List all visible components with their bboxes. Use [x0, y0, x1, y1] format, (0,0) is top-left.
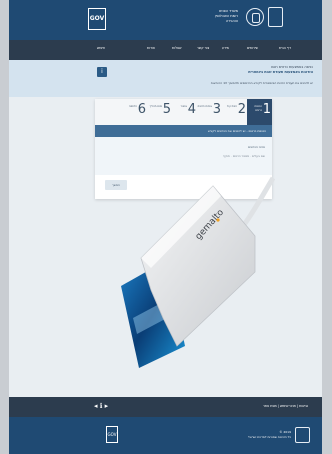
page-subtitle: הזדהות באמצעות תעודת זהות ביומטרית [248, 70, 313, 74]
led-icon [216, 218, 220, 222]
nav-item[interactable]: שאלות [172, 46, 181, 50]
nav-item[interactable]: צור קשר [197, 46, 209, 50]
gov-logo[interactable]: GOV [88, 8, 106, 30]
form-title: פרטי הכרטיס [248, 145, 265, 149]
wizard-step[interactable]: 4 אישור [172, 99, 197, 125]
state-emblem-icon [268, 7, 283, 27]
ministry-emblem-icon [246, 8, 264, 26]
wizard-step[interactable]: 2 הזנת קוד [222, 99, 247, 125]
main-nav: חיפוש אודות שאלות צור קשר מידע שירותים ד… [9, 40, 322, 60]
wizard-steps: 1 הכנסת כרטיס 2 הזנת קוד 3 אימות פרטים 4… [95, 99, 272, 125]
footer-text: © 2019 כל הזכויות שמורות למדינת ישראל [248, 430, 291, 439]
nav-item[interactable]: מידע [222, 46, 229, 50]
footer-links[interactable]: נגישות | תנאי שימוש | מפת אתר [263, 404, 308, 408]
site-footer: GOV © 2019 כל הזכויות שמורות למדינת ישרא… [9, 417, 322, 454]
step-progress-bar: הכנסת כרטיס - יש להכניס את הכרטיס לקורא [95, 125, 272, 137]
ministry-name: משרד הפנים רשות האוכלוסין וההגירה [214, 9, 238, 23]
wizard-step[interactable]: 3 אימות פרטים [197, 99, 222, 125]
page: GOV משרד הפנים רשות האוכלוסין וההגירה חי… [9, 0, 322, 454]
wizard-step[interactable]: 5 סיום תהליך [147, 99, 172, 125]
footer-nav: נגישות | תנאי שימוש | מפת אתר ◂ ℹ ▸ [9, 397, 322, 417]
card-reader-image: gemalto [121, 176, 276, 368]
site-header: GOV משרד הפנים רשות האוכלוסין וההגירה [9, 0, 322, 40]
gov-logo[interactable]: GOV [106, 426, 118, 443]
nav-item[interactable]: דף הבית [279, 46, 291, 50]
state-emblem-icon [295, 427, 310, 443]
wizard-step[interactable]: 1 הכנסת כרטיס [247, 99, 272, 125]
page-intro: כניסה באמצעות כרטיס חכם הזדהות באמצעות ת… [9, 60, 322, 97]
form-columns: שם בעלים · מספר כרטיס · תוקף [223, 154, 265, 158]
nav-item[interactable]: שירותים [247, 46, 258, 50]
wizard-step[interactable]: 6 הדפסה [122, 99, 147, 125]
page-description: יש להכניס את תעודת הזהות הביומטרית לקורא… [210, 81, 313, 85]
info-icon[interactable]: i [97, 67, 107, 77]
step-instruction: הכנסת כרטיס - יש להכניס את הכרטיס לקורא [207, 129, 266, 133]
footer-nav-icons[interactable]: ◂ ℹ ▸ [94, 402, 108, 411]
nav-search[interactable]: חיפוש [97, 46, 105, 50]
page-title: כניסה באמצעות כרטיס חכם [271, 65, 313, 69]
nav-item[interactable]: אודות [147, 46, 155, 50]
